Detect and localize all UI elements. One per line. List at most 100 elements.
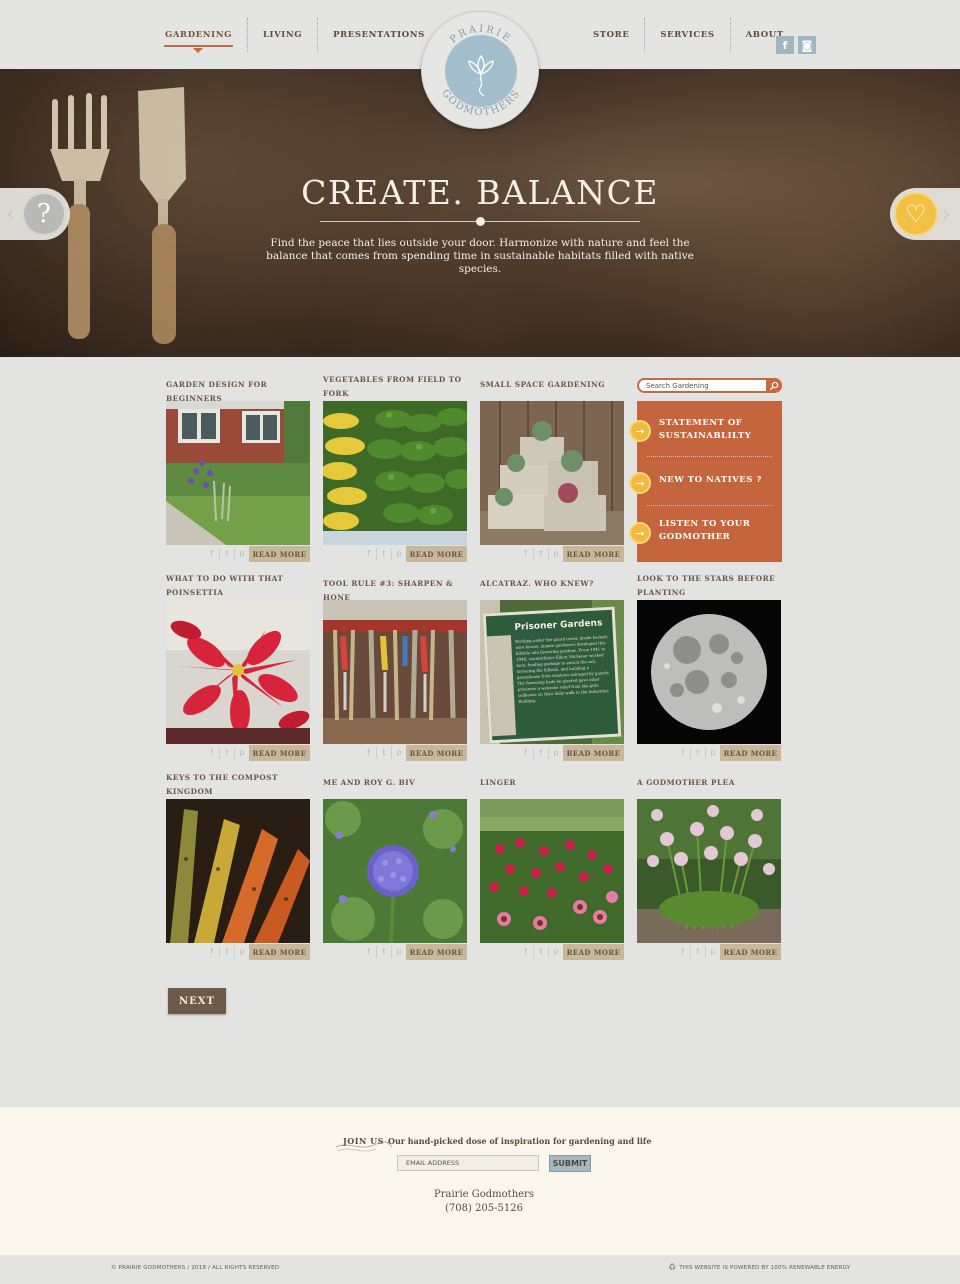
read-more-button[interactable]: READ MORE xyxy=(406,944,467,960)
facebook-icon[interactable]: f xyxy=(675,747,690,759)
nav-services[interactable]: SERVICES xyxy=(644,17,729,52)
twitter-icon[interactable]: t xyxy=(690,747,705,759)
twitter-icon[interactable]: t xyxy=(219,548,234,560)
card-image[interactable] xyxy=(480,799,624,943)
phone-number[interactable]: (708) 205-5126 xyxy=(0,1203,960,1214)
read-more-button[interactable]: READ MORE xyxy=(563,546,624,562)
twitter-icon[interactable]: t xyxy=(690,946,705,958)
card-image[interactable] xyxy=(323,799,467,943)
twitter-icon[interactable]: t xyxy=(533,946,548,958)
sidebar-item-sustainability[interactable]: → STATEMENT OF SUSTAINABLILTY xyxy=(629,417,782,445)
read-more-button[interactable]: READ MORE xyxy=(406,745,467,761)
pinterest-icon[interactable]: p xyxy=(234,747,249,759)
pinterest-icon[interactable]: p xyxy=(391,548,406,560)
pinterest-icon[interactable]: p xyxy=(705,946,720,958)
facebook-icon[interactable]: f xyxy=(204,946,219,958)
sidebar-divider xyxy=(647,456,772,457)
cinderblock-planter-image xyxy=(480,401,624,545)
card-footer: ftp READ MORE xyxy=(323,745,467,761)
card-image[interactable] xyxy=(323,600,467,744)
facebook-icon[interactable]: f xyxy=(518,548,533,560)
card-image[interactable] xyxy=(637,600,781,744)
twitter-icon[interactable]: t xyxy=(376,747,391,759)
next-page-button[interactable]: NEXT xyxy=(168,988,226,1014)
search-icon[interactable] xyxy=(766,378,782,393)
search-input[interactable] xyxy=(639,380,761,391)
card-image[interactable] xyxy=(637,799,781,943)
pinterest-icon[interactable]: p xyxy=(391,747,406,759)
arrow-right-icon: → xyxy=(629,420,651,442)
pinterest-icon[interactable]: p xyxy=(548,548,563,560)
card-image[interactable]: Prisoner Gardens Working under the guard… xyxy=(480,600,624,744)
instagram-icon[interactable]: ◙ xyxy=(798,36,816,54)
twitter-icon[interactable]: t xyxy=(219,747,234,759)
pinterest-icon[interactable]: p xyxy=(548,747,563,759)
card-footer: ftp READ MORE xyxy=(166,944,310,960)
sidebar-item-godmother[interactable]: → LISTEN TO YOUR GODMOTHER xyxy=(629,518,782,546)
card-title[interactable]: ALCATRAZ. WHO KNEW? xyxy=(480,577,628,591)
card-title[interactable]: LOOK TO THE STARS BEFORE PLANTING xyxy=(637,572,785,600)
card-title[interactable]: ME AND ROY G. BIV xyxy=(323,776,471,790)
main-nav-left: GARDENING LIVING PRESENTATIONS xyxy=(150,0,440,69)
facebook-icon[interactable]: f xyxy=(361,548,376,560)
chives-flowers-image xyxy=(637,799,781,943)
card-title[interactable]: SMALL SPACE GARDENING xyxy=(480,378,628,392)
facebook-icon[interactable]: f xyxy=(361,747,376,759)
read-more-button[interactable]: READ MORE xyxy=(249,944,310,960)
twitter-icon[interactable]: t xyxy=(533,548,548,560)
hero-next-button[interactable]: ♡ › xyxy=(890,188,960,240)
logo-lotus-icon: PRAIRIE GODMOTHERS xyxy=(439,24,521,118)
organization-name: Prairie Godmothers xyxy=(434,1189,534,1200)
read-more-button[interactable]: READ MORE xyxy=(249,745,310,761)
read-more-button[interactable]: READ MORE xyxy=(563,745,624,761)
read-more-button[interactable]: READ MORE xyxy=(720,944,781,960)
twitter-icon[interactable]: t xyxy=(533,747,548,759)
submit-button[interactable]: SUBMIT xyxy=(549,1155,591,1172)
sidebar-item-label: STATEMENT OF SUSTAINABLILTY xyxy=(659,418,752,441)
card-image[interactable] xyxy=(166,401,310,545)
read-more-button[interactable]: READ MORE xyxy=(720,745,781,761)
card-image[interactable] xyxy=(323,401,467,545)
card-image[interactable] xyxy=(166,600,310,744)
card-footer: ftp READ MORE xyxy=(166,745,310,761)
recycle-icon: ♻ xyxy=(668,1263,677,1273)
facebook-icon[interactable]: f xyxy=(518,747,533,759)
card-image[interactable] xyxy=(480,401,624,545)
site-logo[interactable]: PRAIRIE GODMOTHERS xyxy=(421,11,539,129)
sidebar-item-natives[interactable]: → NEW TO NATIVES ? xyxy=(629,472,782,494)
pinterest-icon[interactable]: p xyxy=(234,548,249,560)
facebook-icon[interactable]: f xyxy=(204,747,219,759)
facebook-icon[interactable]: f xyxy=(204,548,219,560)
twitter-icon[interactable]: t xyxy=(376,548,391,560)
pinterest-icon[interactable]: p xyxy=(705,747,720,759)
pinterest-icon[interactable]: p xyxy=(234,946,249,958)
card-title[interactable]: KEYS TO THE COMPOST KINGDOM xyxy=(166,771,314,799)
nav-store[interactable]: STORE xyxy=(578,18,644,52)
heart-icon: ♡ xyxy=(894,192,938,236)
hero-divider-dot xyxy=(476,217,485,226)
pinterest-icon[interactable]: p xyxy=(391,946,406,958)
nav-gardening[interactable]: GARDENING xyxy=(150,18,247,53)
facebook-icon[interactable]: f xyxy=(518,946,533,958)
nav-living[interactable]: LIVING xyxy=(246,17,317,52)
share-links: ftp xyxy=(675,747,720,759)
email-field[interactable] xyxy=(397,1155,539,1171)
card-title[interactable]: VEGETABLES FROM FIELD TO FORK xyxy=(323,373,471,401)
twitter-icon[interactable]: t xyxy=(219,946,234,958)
card-footer: ftp READ MORE xyxy=(480,546,624,562)
read-more-button[interactable]: READ MORE xyxy=(249,546,310,562)
twitter-icon[interactable]: t xyxy=(376,946,391,958)
pinterest-icon[interactable]: p xyxy=(548,946,563,958)
facebook-icon[interactable]: f xyxy=(675,946,690,958)
card-image[interactable] xyxy=(166,799,310,943)
facebook-icon[interactable]: f xyxy=(776,36,794,54)
hero-prev-button[interactable]: ‹ ? xyxy=(0,188,70,240)
share-links: ftp xyxy=(675,946,720,958)
read-more-button[interactable]: READ MORE xyxy=(406,546,467,562)
card-title[interactable]: A GODMOTHER PLEA xyxy=(637,776,785,790)
facebook-icon[interactable]: f xyxy=(361,946,376,958)
card-title[interactable]: WHAT TO DO WITH THAT POINSETTIA xyxy=(166,572,314,600)
card-title[interactable]: LINGER xyxy=(480,776,628,790)
read-more-button[interactable]: READ MORE xyxy=(563,944,624,960)
interpretive-sign: Prisoner Gardens Working under the guard… xyxy=(482,606,622,744)
